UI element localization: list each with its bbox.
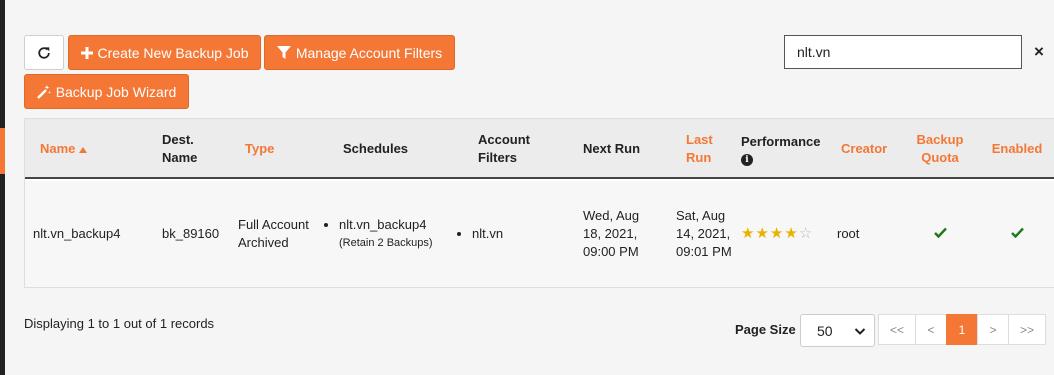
left-rail — [0, 0, 5, 375]
first-page-button[interactable]: << — [878, 314, 916, 345]
col-header-next-run: Next Run — [583, 141, 641, 156]
schedule-list: nlt.vn_backup4 (Retain 2 Backups) — [323, 216, 433, 252]
next-page-button[interactable]: > — [977, 314, 1009, 345]
cell-schedules: nlt.vn_backup4 (Retain 2 Backups) — [323, 181, 453, 287]
col-header-enabled[interactable]: Enabled — [985, 119, 1049, 179]
table-header: Name Dest. Name Type Schedules Account F… — [25, 119, 1054, 179]
manage-account-filters-button[interactable]: Manage Account Filters — [264, 35, 455, 70]
col-header-backup-quota[interactable]: Backup Quota — [905, 119, 975, 179]
col-header-schedules: Schedules — [343, 141, 409, 156]
refresh-button[interactable] — [24, 35, 64, 70]
sort-asc-icon — [79, 140, 88, 158]
col-header-performance-label: Performance — [741, 133, 821, 149]
backup-job-wizard-label: Backup Job Wizard — [55, 83, 177, 100]
col-header-type[interactable]: Type — [245, 119, 305, 179]
account-filter-item: nlt.vn — [472, 225, 503, 243]
col-header-dest-name: Dest. Name — [162, 132, 198, 165]
cell-name: nlt.vn_backup4 — [33, 226, 121, 241]
cell-backup-quota — [905, 181, 975, 287]
col-header-account-filters: Account Filters — [478, 132, 530, 165]
cell-account-filters: nlt.vn — [456, 181, 546, 287]
schedule-retain: (Retain 2 Backups) — [339, 237, 433, 249]
backup-jobs-table: Name Dest. Name Type Schedules Account F… — [24, 118, 1054, 288]
create-backup-job-button[interactable]: Create New Backup Job — [68, 35, 261, 70]
cell-type: Full Account Archived — [238, 217, 309, 250]
cell-performance: ★ ★ ★ ★ ☆ — [741, 181, 831, 287]
magic-wand-icon — [36, 84, 51, 99]
create-backup-job-label: Create New Backup Job — [97, 44, 249, 61]
page-size-value: 50 — [817, 322, 833, 339]
cell-creator: root — [837, 226, 860, 241]
star-empty-icon: ☆ — [798, 225, 813, 242]
refresh-icon — [37, 46, 51, 60]
cell-enabled — [985, 181, 1049, 287]
schedule-name: nlt.vn_backup4 — [339, 217, 427, 232]
manage-account-filters-label: Manage Account Filters — [295, 44, 443, 61]
plus-icon — [80, 46, 93, 59]
backup-job-wizard-button[interactable]: Backup Job Wizard — [24, 74, 189, 109]
performance-rating: ★ ★ ★ ★ ☆ — [741, 225, 812, 243]
search-input[interactable] — [784, 35, 1022, 69]
records-count-text: Displaying 1 to 1 out of 1 records — [24, 316, 215, 331]
col-header-creator[interactable]: Creator — [841, 119, 901, 179]
star-filled-icon: ★ — [741, 225, 755, 242]
cell-dest-name: bk_89160 — [162, 226, 220, 241]
pagination: << < 1 > >> — [878, 314, 1046, 345]
filter-icon — [276, 45, 291, 60]
star-filled-icon: ★ — [784, 225, 798, 242]
cell-next-run: Wed, Aug 18, 2021, 09:00 PM — [583, 208, 640, 259]
account-filter-list: nlt.vn — [456, 225, 503, 243]
page-1-button[interactable]: 1 — [946, 314, 978, 345]
info-icon[interactable]: i — [741, 153, 753, 166]
page-size-select[interactable]: 50 — [800, 314, 875, 347]
col-header-name[interactable]: Name — [40, 119, 150, 179]
col-header-performance: Performance i — [741, 119, 836, 179]
chevron-down-icon — [854, 324, 866, 340]
check-icon — [1010, 225, 1024, 243]
schedule-item: nlt.vn_backup4 (Retain 2 Backups) — [339, 216, 433, 252]
left-rail-accent — [0, 128, 5, 174]
check-icon — [933, 225, 947, 243]
col-header-name-label: Name — [40, 141, 76, 156]
prev-page-button[interactable]: < — [915, 314, 947, 345]
page-size-label: Page Size — [735, 322, 796, 337]
last-page-button[interactable]: >> — [1008, 314, 1046, 345]
cell-last-run: Sat, Aug 14, 2021, 09:01 PM — [676, 208, 732, 259]
table-row[interactable]: nlt.vn_backup4 bk_89160 Full Account Arc… — [25, 181, 1054, 287]
clear-search-button[interactable]: × — [1024, 35, 1054, 69]
star-filled-icon: ★ — [769, 225, 784, 242]
star-filled-icon: ★ — [755, 225, 769, 242]
col-header-last-run[interactable]: Last Run — [686, 119, 726, 179]
